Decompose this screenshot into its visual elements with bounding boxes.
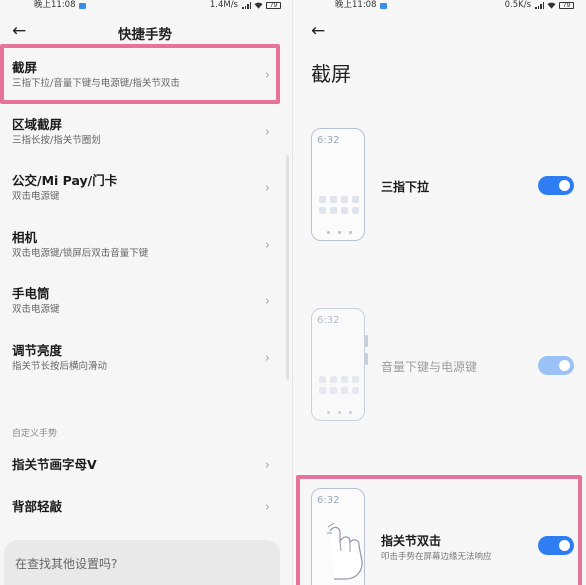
menu-item-subtitle: 双击电源键/锁屏后双击音量下键: [12, 248, 149, 259]
nav-dots: [327, 411, 352, 414]
gestures-list-panel: 晚上11:08 1.4M/s 79 ← 快捷手势 截屏 三指下拉/音量下键与电源…: [0, 0, 293, 585]
network-speed: 0.5K/s: [504, 0, 531, 10]
menu-item-back-tap[interactable]: 背部轻敲 ›: [12, 499, 274, 515]
back-arrow-icon[interactable]: ←: [311, 23, 325, 40]
chevron-right-icon: ›: [264, 125, 270, 140]
toggle-knob: [559, 360, 570, 371]
search-settings-box[interactable]: 在查找其他设置吗?: [4, 540, 280, 585]
menu-item-subtitle: 双击电源键: [12, 304, 60, 315]
menu-item-title: 指关节画字母V: [12, 457, 97, 472]
status-bar-left: 晚上11:08: [34, 0, 86, 11]
phone-illustration-volume-power: 6:32: [311, 308, 368, 421]
menu-item-camera[interactable]: 相机 双击电源键/锁屏后双击音量下键 ›: [12, 230, 274, 259]
status-bar-right: 1.4M/s 79: [210, 0, 281, 11]
menu-item-flashlight[interactable]: 手电筒 双击电源键 ›: [12, 286, 274, 315]
battery-icon: 79: [266, 2, 281, 9]
status-bar-left: 晚上11:08: [335, 0, 387, 11]
chevron-right-icon: ›: [264, 294, 270, 309]
notification-icon: [78, 2, 86, 9]
chevron-right-icon: ›: [264, 351, 270, 366]
wifi-icon: [547, 2, 556, 9]
notification-icon: [379, 2, 387, 9]
menu-item-title: 公交/Mi Pay/门卡: [12, 173, 118, 188]
status-bar-right: 0.5K/s 79: [505, 0, 574, 11]
menu-item-knuckle-letter-v[interactable]: 指关节画字母V ›: [12, 457, 274, 473]
toggle-three-finger[interactable]: [538, 176, 574, 195]
option-label-three-finger: 三指下拉: [381, 180, 430, 194]
status-time: 晚上11:08: [335, 0, 377, 10]
menu-item-brightness[interactable]: 调节亮度 指关节长按后横向滑动 ›: [12, 343, 274, 372]
chevron-right-icon: ›: [264, 500, 270, 515]
menu-item-area-screenshot[interactable]: 区域截屏 三指长按/指关节圈划 ›: [12, 117, 274, 146]
screenshot-settings-panel: 0.5K/s 79 晚上11:08 ← 截屏 6:32 三指下拉 6:32 音量…: [293, 0, 586, 585]
menu-item-title: 相机: [12, 230, 38, 245]
menu-item-subtitle: 指关节长按后横向滑动: [12, 361, 108, 372]
chevron-right-icon: ›: [264, 181, 270, 196]
section-label-custom-gestures: 自定义手势: [12, 429, 58, 439]
page-title: 截屏: [311, 62, 351, 86]
status-time: 晚上11:08: [34, 0, 76, 10]
menu-item-subtitle: 双击电源键: [12, 191, 60, 202]
nav-dots: [327, 231, 352, 234]
menu-item-title: 区域截屏: [12, 117, 63, 132]
menu-item-transit-card[interactable]: 公交/Mi Pay/门卡 双击电源键 ›: [12, 173, 274, 202]
menu-item-title: 调节亮度: [12, 343, 63, 358]
search-placeholder: 在查找其他设置吗?: [15, 557, 118, 571]
wifi-icon: [254, 2, 263, 9]
app-grid: [319, 376, 359, 394]
page-title: 快捷手势: [118, 27, 172, 43]
power-button: [365, 353, 368, 365]
scrollbar[interactable]: [286, 155, 289, 380]
menu-item-title: 背部轻敲: [12, 499, 63, 514]
network-speed: 1.4M/s: [209, 0, 238, 10]
signal-icon: [242, 2, 251, 9]
toggle-knob: [559, 180, 570, 191]
option-label-volume-power: 音量下键与电源键: [381, 360, 478, 374]
chevron-right-icon: ›: [264, 458, 270, 473]
battery-icon: 79: [559, 2, 574, 9]
menu-item-subtitle: 三指长按/指关节圈划: [12, 135, 101, 146]
toggle-volume-power[interactable]: [538, 356, 574, 375]
phone-illustration-three-finger: 6:32: [311, 128, 365, 241]
app-grid: [319, 196, 359, 214]
signal-icon: [535, 2, 544, 9]
chevron-right-icon: ›: [264, 238, 270, 253]
highlight-frame: [0, 44, 280, 104]
volume-button: [365, 335, 368, 347]
menu-item-title: 手电筒: [12, 286, 50, 301]
phone-clock: 6:32: [317, 315, 340, 326]
highlight-frame: [296, 475, 582, 585]
phone-clock: 6:32: [317, 135, 340, 146]
